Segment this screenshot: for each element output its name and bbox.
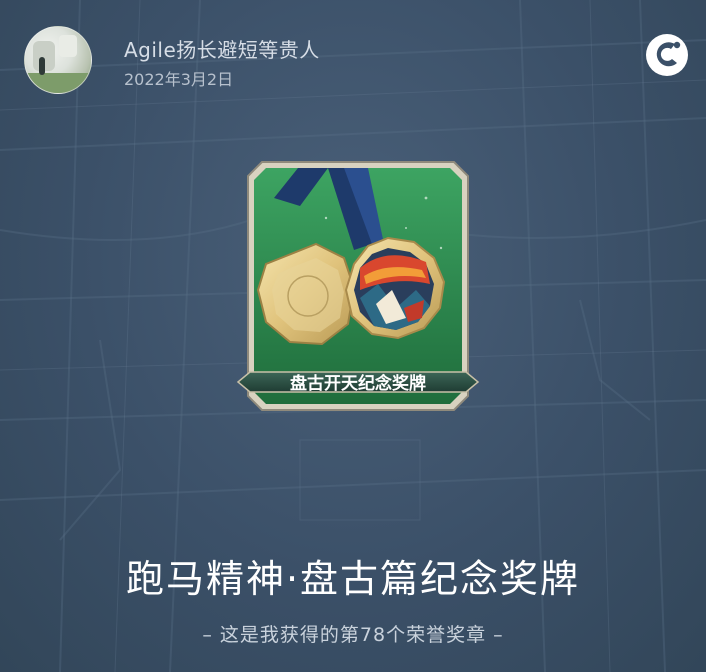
medal-subtitle: – 这是我获得的第78个荣誉奖章 – [202,624,504,646]
user-avatar[interactable] [24,26,92,94]
post-date: 2022年3月2日 [124,70,234,89]
medal-ribbon-label: 盘古开天纪念奖牌 [290,373,426,394]
app-logo-icon[interactable] [644,32,690,78]
user-name[interactable]: Agile扬长避短等贵人 [124,34,320,63]
medal-card[interactable]: 盘古开天纪念奖牌 [236,158,480,420]
medal-title: 跑马精神·盘古篇纪念奖牌 [125,557,581,601]
